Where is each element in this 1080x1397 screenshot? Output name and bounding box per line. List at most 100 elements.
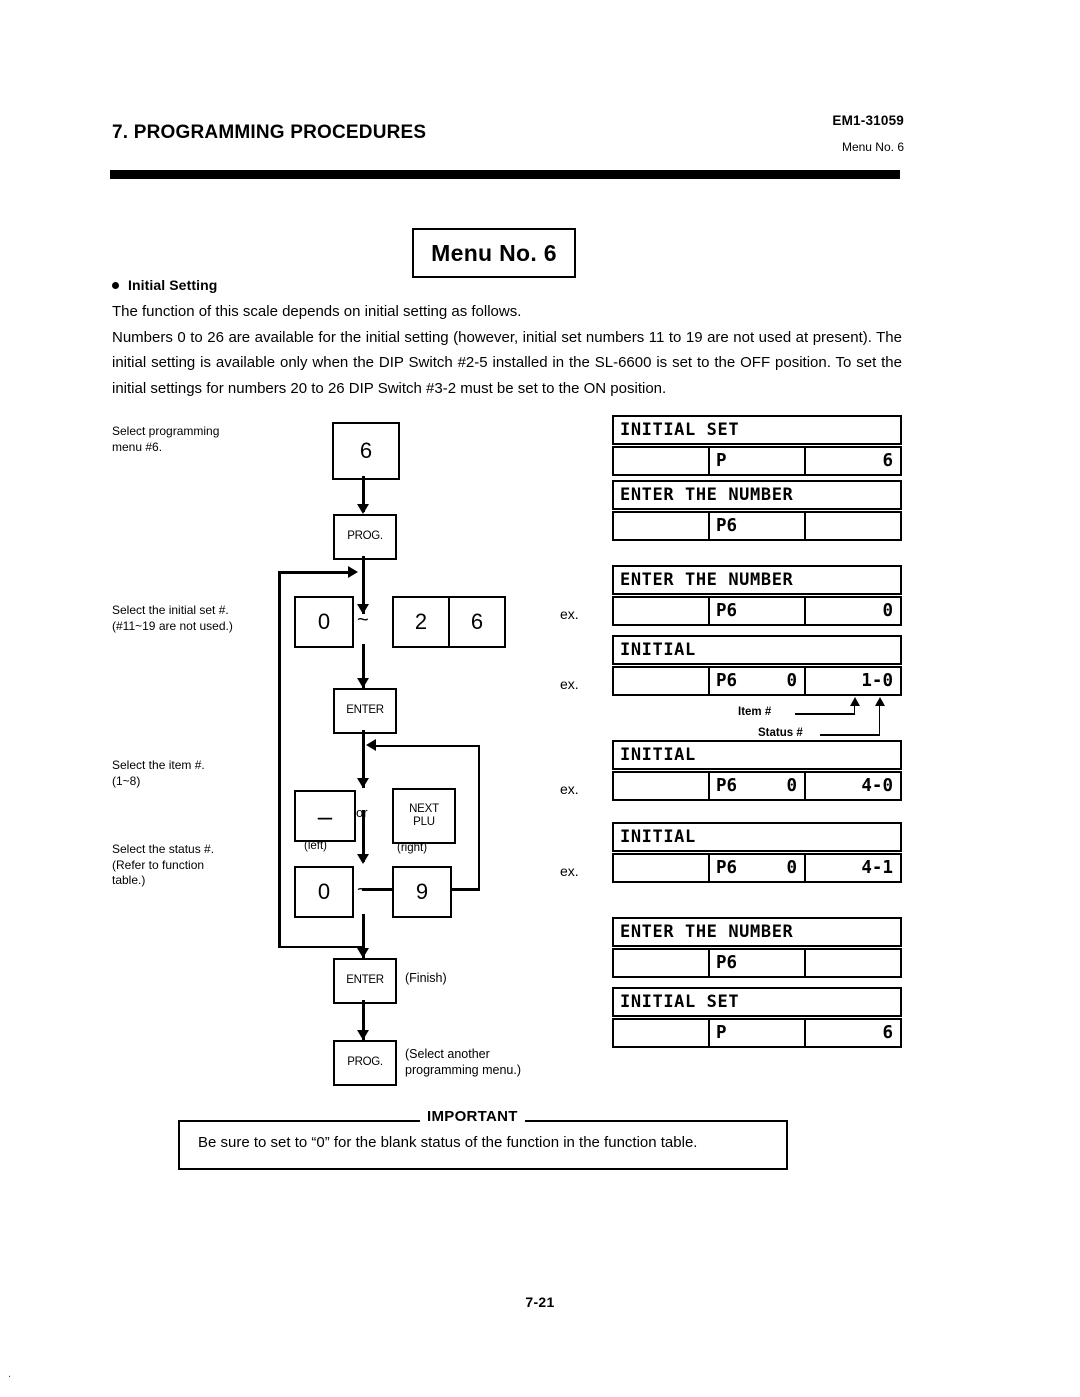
flow-loop-line [376, 744, 480, 747]
procedure-flowchart: Select programming menu #6. Select the i… [100, 410, 590, 1086]
callout-arrow-status [875, 697, 885, 706]
lcd-message: ENTER THE NUMBER [612, 917, 902, 947]
note-select-another: (Select another programming menu.) [405, 1047, 522, 1077]
lcd-value-row: P 6 [612, 1018, 902, 1048]
flow-arrow-down [356, 778, 369, 788]
lcd-cell-right: 1-0 [804, 668, 900, 694]
lcd-cell-right: 6 [804, 448, 900, 474]
lcd-cell-left [614, 598, 708, 624]
lcd-message: INITIAL [612, 635, 902, 665]
key-enter-1[interactable]: ENTER [333, 688, 397, 734]
example-label: ex. [560, 676, 579, 692]
key-minus-sublabel: (left) [304, 840, 327, 852]
key-minus[interactable]: – [294, 790, 356, 842]
display-sequence: INITIAL SET P 6 ENTER THE NUMBER P6 ENTE… [560, 410, 960, 1070]
document-code: EM1-31059 [832, 113, 904, 128]
lcd-message: INITIAL [612, 740, 902, 770]
page-title: Menu No. 6 [412, 228, 576, 278]
example-label: ex. [560, 863, 579, 879]
flow-arrow-left [366, 738, 376, 751]
range-tilde: ~ [357, 609, 369, 631]
flow-arrow-down [356, 948, 369, 958]
callout-leader [795, 713, 855, 715]
lcd-cell-mid: P6 [708, 598, 804, 624]
intro-line-2: Numbers 0 to 26 are available for the in… [112, 328, 902, 397]
flow-arrow-down [356, 504, 369, 514]
lcd-cell-mid: P6 0 [708, 773, 804, 799]
example-label: ex. [560, 606, 579, 622]
key-range-high-tens[interactable]: 2 [394, 598, 448, 646]
bullet-icon [112, 282, 119, 289]
flow-arrow-down [356, 854, 369, 864]
lcd-cell-mid: P6 0 [708, 855, 804, 881]
lcd-message: INITIAL SET [612, 415, 902, 445]
lcd-cell-mid: P6 [708, 950, 804, 976]
important-label: IMPORTANT [420, 1108, 525, 1125]
manual-page: 7. PROGRAMMING PROCEDURES EM1-31059 Menu… [0, 0, 1080, 1397]
key-next-plu[interactable]: NEXT PLU [392, 788, 456, 844]
key-range-low[interactable]: 0 [294, 596, 354, 648]
intro-line-1: The function of this scale depends on in… [112, 303, 522, 320]
lcd-value-row: P6 0 1-0 [612, 666, 902, 696]
intro-heading: Initial Setting [112, 277, 217, 293]
callout-leader [853, 706, 856, 714]
key-next-plu-line1: NEXT [409, 803, 439, 815]
page-number: 7-21 [525, 1294, 555, 1310]
lcd-message: ENTER THE NUMBER [612, 480, 902, 510]
lcd-cell-left [614, 448, 708, 474]
lcd-value-row: P6 [612, 948, 902, 978]
header-menu-reference: Menu No. 6 [841, 140, 904, 154]
important-text: Be sure to set to “0” for the blank stat… [198, 1134, 698, 1151]
lcd-cell-left [614, 773, 708, 799]
key-menu-6[interactable]: 6 [332, 422, 400, 480]
key-next-plu-sublabel: (right) [397, 842, 428, 854]
lcd-cell-mid: P [708, 448, 804, 474]
corner-mark: . [8, 1368, 12, 1380]
lcd-message: ENTER THE NUMBER [612, 565, 902, 595]
flow-loop-line [278, 945, 364, 948]
flow-label-select-initial-set: Select the initial set #. (#11~19 are no… [112, 603, 233, 633]
key-prog[interactable]: PROG. [333, 514, 397, 560]
lcd-cell-right: 4-1 [804, 855, 900, 881]
callout-leader [878, 706, 881, 735]
callout-label-item: Item # [738, 706, 772, 718]
flow-arrow-down [356, 678, 369, 688]
flow-loop-line [278, 571, 350, 574]
flow-arrow-right [348, 565, 358, 578]
key-status-high[interactable]: 9 [392, 866, 452, 918]
key-enter-2[interactable]: ENTER [333, 958, 397, 1004]
lcd-cell-left [614, 513, 708, 539]
intro-heading-label: Initial Setting [128, 277, 218, 293]
flow-loop-line [278, 571, 281, 948]
lcd-cell-left [614, 855, 708, 881]
lcd-cell-right [804, 950, 900, 976]
key-next-plu-line2: PLU [413, 816, 435, 828]
key-range-high[interactable]: 2 6 [392, 596, 506, 648]
flow-label-select-item: Select the item #. (1~8) [112, 758, 205, 788]
section-title: 7. PROGRAMMING PROCEDURES [112, 122, 427, 143]
header-divider-rule [110, 170, 900, 179]
important-notice: IMPORTANT Be sure to set to “0” for the … [178, 1108, 788, 1170]
key-status-low[interactable]: 0 [294, 866, 354, 918]
lcd-value-row: P6 0 4-1 [612, 853, 902, 883]
lcd-cell-left [614, 668, 708, 694]
lcd-cell-right [804, 513, 900, 539]
lcd-cell-right: 6 [804, 1020, 900, 1046]
lcd-cell-right: 4-0 [804, 773, 900, 799]
lcd-cell-left [614, 950, 708, 976]
key-range-high-ones[interactable]: 6 [448, 598, 504, 646]
key-prog-2[interactable]: PROG. [333, 1040, 397, 1086]
lcd-cell-left [614, 1020, 708, 1046]
lcd-cell-mid: P [708, 1020, 804, 1046]
lcd-value-row: P 6 [612, 446, 902, 476]
flow-label-select-menu: Select programming menu #6. [112, 424, 220, 454]
lcd-value-row: P6 0 [612, 596, 902, 626]
lcd-message: INITIAL SET [612, 987, 902, 1017]
flow-arrow-down [356, 1030, 369, 1040]
lcd-cell-mid: P6 0 [708, 668, 804, 694]
lcd-value-row: P6 [612, 511, 902, 541]
example-label: ex. [560, 781, 579, 797]
note-finish: (Finish) [405, 971, 447, 985]
callout-label-status: Status # [758, 727, 803, 739]
lcd-value-row: P6 0 4-0 [612, 771, 902, 801]
